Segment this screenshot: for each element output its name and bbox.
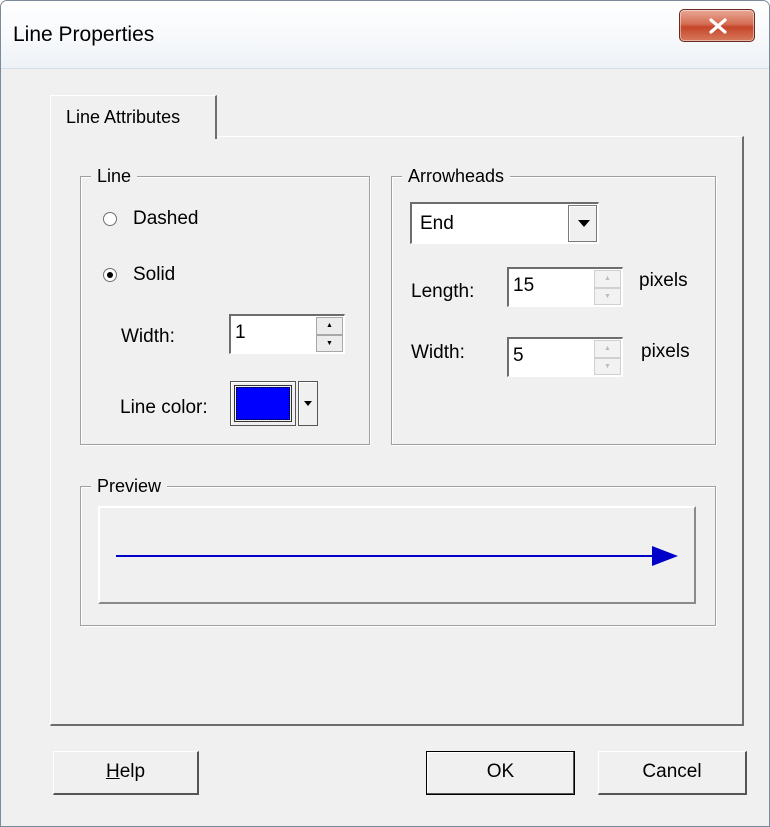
radio-solid-indicator[interactable] (103, 268, 117, 282)
cancel-label: Cancel (642, 761, 702, 782)
line-width-label: Width: (121, 326, 175, 347)
arrowheads-group-legend: Arrowheads (402, 164, 511, 188)
title-bar[interactable]: Line Properties (1, 1, 769, 69)
arrow-length-up-button[interactable]: ▲ (594, 270, 621, 288)
radio-dashed-indicator[interactable] (103, 212, 117, 226)
arrow-length-label: Length: (411, 281, 475, 302)
arrowhead-position-select[interactable]: End (410, 202, 599, 244)
preview-arrowhead (652, 546, 678, 566)
line-color-label: Line color: (120, 397, 208, 418)
arrow-length-unit: pixels (639, 270, 688, 291)
help-button[interactable]: Help (53, 751, 199, 795)
arrow-length-down-button[interactable]: ▼ (594, 287, 621, 305)
chevron-down-icon[interactable] (568, 205, 597, 242)
help-mnemonic: H (105, 761, 120, 782)
preview-canvas (98, 506, 696, 604)
help-label-rest: elp (119, 761, 146, 782)
arrow-width-label: Width: (411, 342, 465, 363)
line-properties-dialog: Line Properties Line Attributes Line Das… (0, 0, 770, 827)
arrow-width-value: 5 (513, 345, 524, 366)
cancel-button[interactable]: Cancel (598, 751, 747, 795)
dialog-client-area: Line Attributes Line Dashed Solid Width:… (1, 70, 769, 826)
radio-solid[interactable]: Solid (103, 264, 175, 286)
arrowhead-position-value: End (420, 213, 454, 234)
window-title: Line Properties (13, 23, 155, 46)
line-width-up-button[interactable]: ▲ (316, 317, 343, 335)
arrow-width-down-button[interactable]: ▼ (594, 357, 621, 375)
tab-line-attributes[interactable]: Line Attributes (50, 95, 217, 139)
line-width-stepper[interactable]: 1 ▲ ▼ (229, 314, 345, 354)
line-color-button[interactable] (230, 381, 296, 426)
ok-label: OK (486, 761, 515, 782)
ok-button[interactable]: OK (426, 751, 575, 795)
preview-group-legend: Preview (91, 474, 168, 498)
radio-dashed-label: Dashed (133, 208, 199, 229)
tab-label: Line Attributes (66, 107, 181, 127)
line-color-swatch (234, 385, 292, 422)
radio-solid-label: Solid (133, 264, 176, 285)
line-color-dropdown-button[interactable] (298, 381, 318, 426)
arrow-width-unit: pixels (641, 341, 690, 362)
arrow-width-up-button[interactable]: ▲ (594, 340, 621, 358)
line-group-legend: Line (91, 164, 138, 188)
close-x-icon (709, 18, 727, 34)
arrow-length-stepper[interactable]: 15 ▲ ▼ (507, 267, 623, 307)
preview-line-graphic (116, 546, 678, 566)
arrow-length-value: 15 (513, 275, 535, 296)
radio-dashed[interactable]: Dashed (103, 208, 199, 230)
arrow-width-stepper[interactable]: 5 ▲ ▼ (507, 337, 623, 377)
close-button[interactable] (679, 9, 755, 42)
line-width-down-button[interactable]: ▼ (316, 334, 343, 352)
line-width-value: 1 (235, 322, 246, 343)
